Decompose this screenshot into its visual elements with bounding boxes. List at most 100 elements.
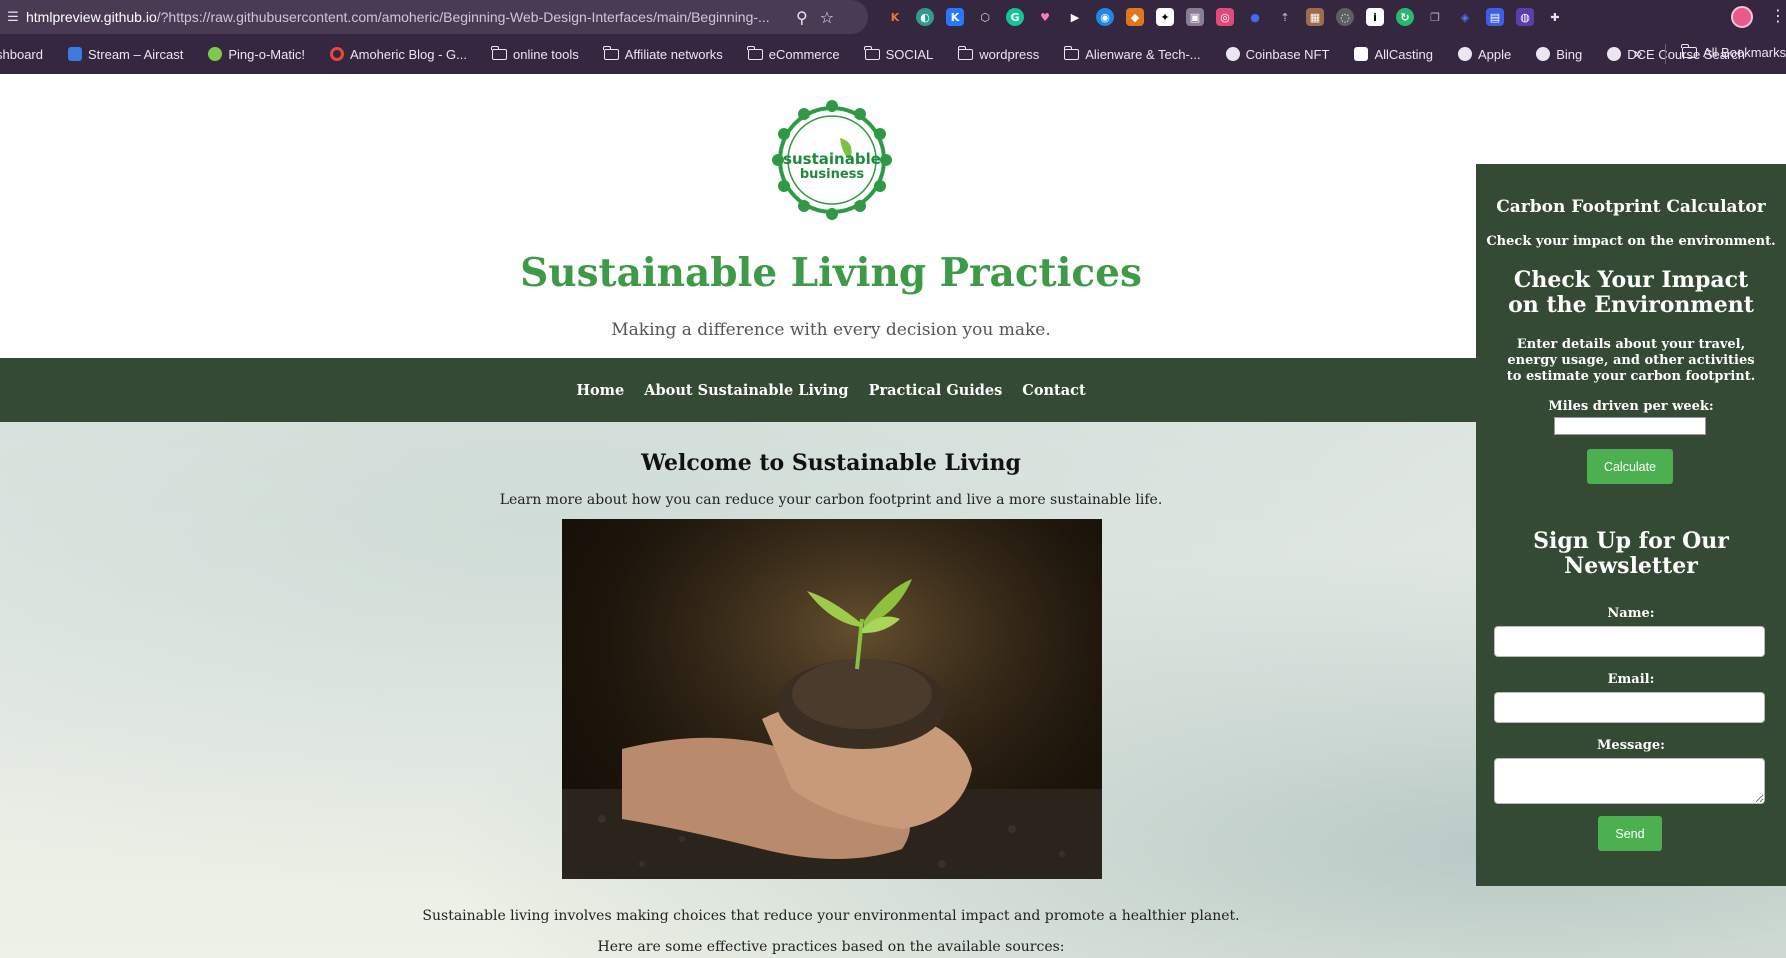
aircast-icon [67,47,82,61]
bookmarks-divider [1665,44,1666,64]
extension-refresh-icon[interactable]: ↻ [1396,8,1414,26]
email-field[interactable] [1494,692,1765,723]
web-page: sustainable business Sustainable Living … [0,74,1786,958]
zoom-search-icon[interactable]: ⚲ [796,8,808,27]
google-icon [329,47,344,61]
sidebar: Carbon Footprint Calculator Check your i… [1476,164,1786,886]
browser-toolbar: ☰ htmlpreview.github.io/?https://raw.git… [0,0,1786,34]
svg-text:business: business [800,167,865,182]
site-header: sustainable business Sustainable Living … [0,74,1476,358]
bookmark-item[interactable]: Ping-o-Matic! [208,47,305,62]
extensions-bar: K ◐ K ⬡ G ♥ ▶ ◉ ◆ ✦ ▣ ◎ ● ⇡ ▦ ◌ i ↻ ❐ ◈ … [886,5,1564,29]
address-bar[interactable]: ☰ htmlpreview.github.io/?https://raw.git… [0,0,868,34]
folder-icon [1063,45,1080,60]
bookmark-star-icon[interactable]: ☆ [820,8,834,27]
extension-k-icon[interactable]: K [886,8,904,26]
extension-purple-icon[interactable]: ◍ [1516,8,1534,26]
calculator-title: Carbon Footprint Calculator [1496,197,1766,217]
bookmark-item[interactable]: AllCasting [1354,47,1433,62]
url-host: htmlpreview.github.io [26,9,157,25]
extension-cube-icon[interactable]: ⬡ [976,8,994,26]
extension-gray-icon[interactable]: ◌ [1336,8,1354,26]
globe-icon [1607,47,1622,61]
folder-icon [957,45,974,60]
bookmark-folder[interactable]: eCommerce [747,45,840,62]
hands-seedling-image [562,519,1102,879]
extension-icon[interactable]: ◐ [916,8,934,26]
nav-home[interactable]: Home [576,382,624,399]
extension-arrow-icon[interactable]: ⇡ [1276,8,1294,26]
extension-bird-icon[interactable]: ● [1246,8,1264,26]
extension-circle-icon[interactable]: ◉ [1096,8,1114,26]
bookmark-folder[interactable]: wordpress [957,45,1039,62]
intro-text: Learn more about how you can reduce your… [499,492,1163,508]
extension-heart-icon[interactable]: ♥ [1036,8,1054,26]
metamask-icon[interactable]: ◆ [1126,8,1144,26]
globe-icon [1225,47,1240,61]
ping-icon [208,47,223,61]
extension-box-icon[interactable]: ▣ [1186,8,1204,26]
extensions-puzzle-icon[interactable]: ✚ [1546,8,1564,26]
miles-input[interactable] [1554,417,1706,435]
nav-about[interactable]: About Sustainable Living [644,382,848,399]
name-field[interactable] [1494,626,1765,657]
extension-photo-icon[interactable]: ▦ [1306,8,1324,26]
calculator-subtitle: Check your impact on the environment. [1486,234,1776,249]
bookmark-folder[interactable]: online tools [491,45,579,62]
all-bookmarks-button[interactable]: All Bookmarks [1681,44,1786,60]
extension-info-icon[interactable]: i [1366,8,1384,26]
extension-tag-icon[interactable]: ◈ [1456,8,1474,26]
url-path: /?https://raw.githubusercontent.com/amoh… [156,9,770,25]
site-tagline: Making a difference with every decision … [611,320,1051,340]
globe-icon [1457,47,1472,61]
calculator-description: Enter details about your travel, energy … [1506,337,1756,384]
bookmark-item[interactable]: Bing [1536,47,1582,62]
globe-icon [1536,47,1551,61]
folder-icon [747,45,763,60]
url-text[interactable]: htmlpreview.github.io/?https://raw.githu… [26,9,788,25]
bookmark-item[interactable]: shboard [0,47,43,62]
bookmark-folder[interactable]: Affiliate networks [603,45,723,62]
calculator-heading: Check Your Impact on the Environment [1508,267,1754,318]
bookmarks-bar: shboard Stream – Aircast Ping-o-Matic! A… [0,34,1786,74]
welcome-heading: Welcome to Sustainable Living [641,450,1021,476]
extension-play-icon[interactable]: ▶ [1066,8,1084,26]
site-info-icon[interactable]: ☰ [0,0,26,34]
profile-avatar[interactable] [1731,6,1753,28]
folder-icon [491,45,507,60]
body-paragraph: Here are some effective practices based … [597,939,1065,955]
bookmarks-overflow-chevron[interactable]: » [1634,45,1642,62]
extension-window-icon[interactable]: ❐ [1426,8,1444,26]
send-button[interactable]: Send [1598,816,1662,851]
main-nav: Home About Sustainable Living Practical … [0,358,1476,422]
message-label: Message: [1597,738,1665,753]
body-paragraph: Sustainable living involves making choic… [422,908,1240,924]
email-label: Email: [1607,672,1655,687]
folder-icon [863,45,880,60]
bookmark-item[interactable]: Apple [1457,47,1511,62]
bookmark-item[interactable]: Stream – Aircast [67,47,183,62]
bookmark-folder[interactable]: SOCIAL [863,45,933,62]
browser-menu-icon[interactable]: ⋮ [1770,6,1786,25]
nav-guides[interactable]: Practical Guides [869,382,1003,399]
page-title: Sustainable Living Practices [520,250,1142,296]
message-field[interactable] [1494,758,1765,804]
site-logo: sustainable business [772,100,892,220]
calculate-button[interactable]: Calculate [1587,449,1673,484]
bookmark-item[interactable]: Coinbase NFT [1225,47,1329,62]
miles-label: Miles driven per week: [1548,399,1714,414]
name-label: Name: [1607,606,1655,621]
svg-text:sustainable: sustainable [783,150,881,168]
bookmark-item[interactable]: Amoheric Blog - G... [329,47,467,62]
folder-icon [1681,44,1697,58]
allcasting-icon [1354,47,1369,61]
newsletter-heading: Sign Up for Our Newsletter [1533,528,1729,579]
bookmark-folder[interactable]: Alienware & Tech-... [1063,45,1201,62]
extension-screen-icon[interactable]: ▤ [1486,8,1504,26]
extension-figure-icon[interactable]: ✦ [1156,8,1174,26]
grammarly-icon[interactable]: G [1006,8,1024,26]
extension-camera-icon[interactable]: ◎ [1216,8,1234,26]
nav-contact[interactable]: Contact [1022,382,1085,399]
extension-k-blue-icon[interactable]: K [946,8,964,26]
folder-icon [603,45,619,60]
